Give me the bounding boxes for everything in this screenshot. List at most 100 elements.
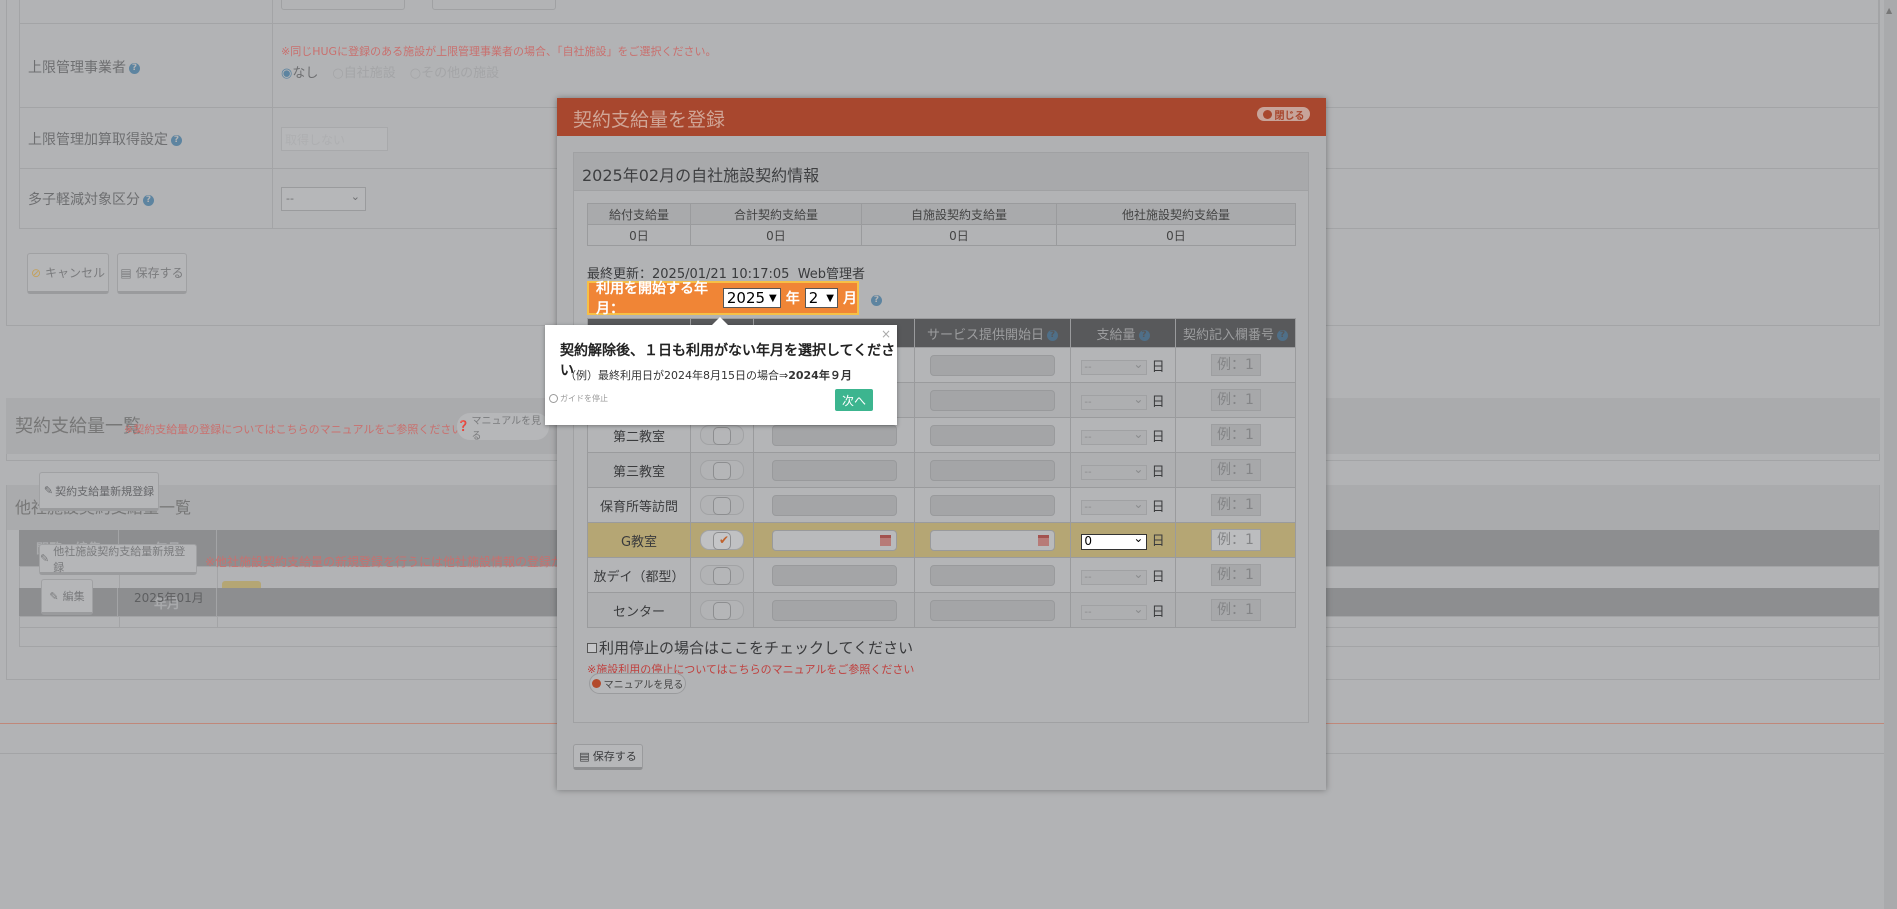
- other-list-note: ※他社施設契約支給量の新規登録を行うには他社施設情報の登録が必要で: [205, 555, 600, 569]
- start-date-input[interactable]: [930, 564, 1055, 586]
- save-icon: ▤: [120, 265, 132, 280]
- start-date-input[interactable]: [930, 424, 1055, 446]
- year-select[interactable]: 2025 ▼: [722, 288, 781, 308]
- new-other-contract-button[interactable]: ✎ 他社施設契約支給量新規登録: [39, 544, 197, 575]
- upper-limit-note: ※同じHUGに登録のある施設が上限管理事業者の場合、「自社施設」をご選択ください…: [281, 45, 717, 58]
- col-start-date: サービス提供開始日?: [914, 318, 1071, 348]
- amount-select[interactable]: --: [1081, 603, 1148, 620]
- help-icon[interactable]: ?: [171, 134, 182, 146]
- contract-number-input[interactable]: 例：1: [1210, 529, 1261, 551]
- end-date-input[interactable]: [771, 459, 897, 481]
- month-select[interactable]: 2 ▼: [804, 288, 838, 308]
- end-date-input[interactable]: [771, 529, 897, 551]
- amount-select[interactable]: --: [1081, 358, 1148, 375]
- close-icon: [1262, 109, 1272, 119]
- new-contract-button[interactable]: ✎ 契約支給量新規登録: [39, 472, 159, 511]
- stop-use-checkbox[interactable]: 利用停止の場合はここをチェックしてください: [587, 637, 913, 658]
- facility-toggle[interactable]: [700, 460, 744, 480]
- day-unit: 日: [1151, 394, 1165, 410]
- day-unit: 日: [1151, 604, 1165, 620]
- contract-number-input[interactable]: 例：1: [1210, 424, 1261, 446]
- next-button[interactable]: 次へ: [835, 389, 873, 411]
- help-icon[interactable]: ?: [129, 62, 140, 74]
- day-unit: 日: [1151, 534, 1165, 550]
- facility-toggle[interactable]: [700, 565, 744, 585]
- stop-icon: [549, 394, 558, 403]
- contract-number-input[interactable]: 例：1: [1210, 564, 1261, 586]
- amount-select[interactable]: --: [1081, 498, 1148, 515]
- start-month-label: 利用を開始する年月：: [596, 281, 708, 317]
- day-unit: 日: [1151, 569, 1165, 585]
- day-unit: 日: [1151, 359, 1165, 375]
- contract-manual-button[interactable]: ❓ マニュアルを見る: [457, 413, 549, 442]
- col-contract-number: 契約記入欄番号?: [1175, 318, 1296, 348]
- help-icon[interactable]: ?: [143, 194, 154, 206]
- end-date-input[interactable]: [771, 494, 897, 516]
- facility-row: 保育所等訪問 -- 日 例：1: [587, 487, 1296, 523]
- register-contract-modal: 契約支給量を登録 閉じる 2025年02月の自社施設契約情報 給付支給量 合計契…: [557, 98, 1326, 790]
- checkbox-icon[interactable]: [587, 642, 597, 653]
- end-date-input[interactable]: [771, 424, 897, 446]
- save-button-bg[interactable]: ▤ 保存する: [117, 253, 187, 294]
- radio-own[interactable]: ○自社施設: [332, 62, 395, 81]
- start-date-input[interactable]: [930, 459, 1055, 481]
- calendar-icon[interactable]: [1038, 534, 1049, 546]
- facility-toggle[interactable]: ✔: [700, 530, 744, 550]
- facility-toggle[interactable]: [700, 600, 744, 620]
- multi-child-select[interactable]: -- ⌄: [281, 187, 366, 211]
- radio-other[interactable]: ○その他の施設: [410, 62, 499, 81]
- facility-row: センター -- 日 例：1: [587, 592, 1296, 628]
- label-upper-limit-manager: 上限管理事業者?: [28, 57, 140, 77]
- scrollbar[interactable]: ▲: [1884, 0, 1897, 909]
- contract-number-input[interactable]: 例：1: [1210, 599, 1261, 621]
- amount-select[interactable]: 0: [1081, 532, 1148, 550]
- edit-icon: ✎: [43, 484, 54, 497]
- contract-number-input[interactable]: 例：1: [1210, 354, 1261, 376]
- start-date-input[interactable]: [930, 529, 1055, 551]
- edit-button[interactable]: ✎ 編集: [41, 579, 93, 615]
- calendar-icon[interactable]: [879, 534, 891, 546]
- scroll-up-icon[interactable]: ▲: [1886, 6, 1892, 15]
- start-date-input[interactable]: [930, 354, 1055, 376]
- cancel-icon: ⊘: [30, 265, 42, 280]
- start-date-input[interactable]: [930, 494, 1055, 516]
- contract-number-input[interactable]: 例：1: [1210, 389, 1261, 411]
- upper-limit-radios: ◉なし ○自社施設 ○その他の施設: [281, 62, 499, 81]
- facility-row: 放デイ（都型） -- 日 例：1: [587, 557, 1296, 593]
- summary-table: 給付支給量 合計契約支給量 自施設契約支給量 他社施設契約支給量 0日 0日 0…: [587, 203, 1296, 246]
- summary-header: 他社施設契約支給量: [1056, 203, 1296, 225]
- amount-select[interactable]: --: [1081, 393, 1148, 410]
- amount-select[interactable]: --: [1081, 428, 1148, 445]
- modal-title: 契約支給量を登録: [573, 109, 726, 131]
- cancel-button[interactable]: ⊘ キャンセル: [27, 253, 109, 294]
- amount-select[interactable]: --: [1081, 463, 1148, 480]
- summary-header: 自施設契約支給量: [861, 203, 1057, 225]
- year-unit: 年: [785, 291, 800, 307]
- new-contract-label: 契約支給量新規登録: [55, 484, 155, 498]
- radio-none[interactable]: ◉なし: [281, 62, 318, 81]
- start-date-input[interactable]: [930, 599, 1055, 621]
- label-multi-child: 多子軽減対象区分?: [28, 189, 154, 209]
- chevron-down-icon: ▼: [769, 292, 777, 304]
- help-icon[interactable]: ?: [871, 295, 882, 306]
- end-date-input[interactable]: [771, 564, 897, 586]
- end-date-input[interactable]: [771, 599, 897, 621]
- contract-number-input[interactable]: 例：1: [1210, 494, 1261, 516]
- summary-value: 0日: [861, 224, 1057, 246]
- amount-select[interactable]: --: [1081, 568, 1148, 585]
- day-unit: 日: [1151, 429, 1165, 445]
- manual-button[interactable]: マニュアルを見る: [589, 673, 686, 694]
- upper-limit-addition-select[interactable]: 取得しない: [281, 127, 388, 151]
- close-icon[interactable]: ×: [881, 327, 891, 341]
- summary-value: 0日: [587, 224, 691, 246]
- close-button[interactable]: 閉じる: [1257, 107, 1310, 122]
- stop-guide-button[interactable]: ガイドを停止: [549, 393, 608, 404]
- start-date-input[interactable]: [930, 389, 1055, 411]
- facility-name: 保育所等訪問: [587, 487, 691, 523]
- save-button[interactable]: ▤ 保存する: [573, 744, 643, 770]
- col-amount: 支給量?: [1070, 318, 1176, 348]
- facility-toggle[interactable]: [700, 425, 744, 445]
- contract-number-input[interactable]: 例：1: [1210, 459, 1261, 481]
- facility-name: G教室: [587, 522, 691, 558]
- facility-toggle[interactable]: [700, 495, 744, 515]
